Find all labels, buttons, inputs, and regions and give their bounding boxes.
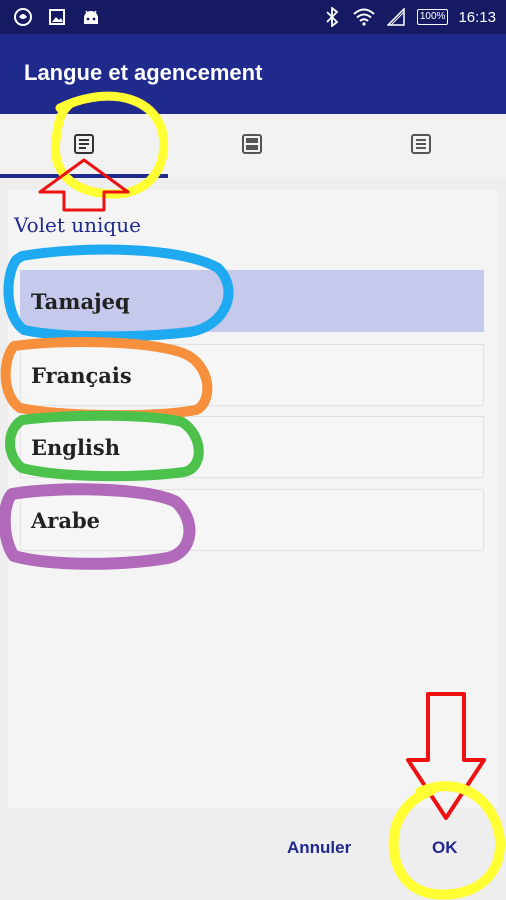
status-bar: 100% 16:13 bbox=[0, 0, 506, 34]
wifi-icon bbox=[353, 6, 375, 28]
language-item-francais[interactable]: Français bbox=[20, 344, 484, 406]
clock: 16:13 bbox=[458, 8, 496, 26]
language-label: Tamajeq bbox=[31, 289, 130, 314]
image-notification-icon bbox=[46, 6, 68, 28]
tab-indicator bbox=[0, 174, 168, 178]
android-icon bbox=[80, 6, 102, 28]
split-pane-icon bbox=[241, 133, 263, 160]
bluetooth-icon bbox=[321, 6, 343, 28]
language-label: Arabe bbox=[31, 508, 101, 533]
layout-tabs bbox=[0, 114, 506, 178]
single-pane-icon bbox=[73, 133, 95, 160]
panel-title: Volet unique bbox=[14, 213, 141, 237]
language-label: Français bbox=[31, 363, 132, 388]
signal-icon bbox=[385, 6, 407, 28]
app-notification-icon bbox=[12, 6, 34, 28]
language-item-english[interactable]: English bbox=[20, 416, 484, 478]
language-item-arabe[interactable]: Arabe bbox=[20, 489, 484, 551]
battery-indicator: 100% bbox=[416, 9, 449, 25]
language-item-tamajeq[interactable]: Tamajeq bbox=[20, 270, 484, 332]
page-title: Langue et agencement bbox=[24, 60, 263, 85]
list-pane-icon bbox=[410, 133, 432, 160]
ok-button[interactable]: OK bbox=[432, 838, 458, 858]
language-label: English bbox=[31, 435, 121, 460]
tab-split-pane[interactable] bbox=[168, 114, 336, 178]
cancel-button[interactable]: Annuler bbox=[287, 838, 351, 858]
tab-list-pane[interactable] bbox=[337, 114, 505, 178]
tab-single-pane[interactable] bbox=[0, 114, 168, 178]
app-bar: Langue et agencement bbox=[0, 34, 506, 114]
